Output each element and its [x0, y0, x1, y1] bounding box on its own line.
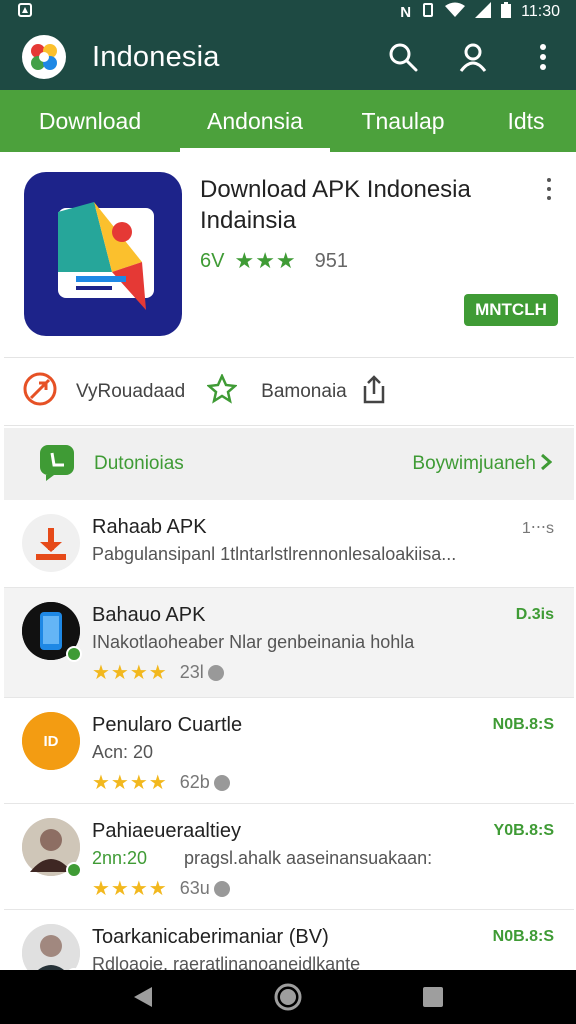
rating-icon [213, 774, 230, 791]
chat-icon [38, 443, 76, 486]
list-item-title: Penularo Cuartle [92, 714, 243, 736]
download-icon[interactable] [22, 371, 58, 412]
list-item-meta: N0B.8:S [492, 928, 554, 945]
tab-idts[interactable]: Idts [476, 90, 576, 152]
app-icon[interactable] [24, 172, 182, 336]
rating-stars: ★★★★ [92, 878, 168, 900]
rating-count: 23l [179, 662, 204, 682]
rating-icon [207, 664, 224, 681]
screen: N 11:30 Indonesia Download Andonsia Tnau… [0, 0, 576, 1024]
tab-andonsia[interactable]: Andonsia [180, 90, 330, 152]
list-item-desc-extra: pragsl.ahalk aaseinansuakaan: [184, 848, 433, 868]
battery-icon [501, 1, 512, 23]
app-logo-icon [22, 35, 66, 79]
rating-stars: ★★★★ [92, 772, 168, 794]
list-item-rating: ★★★★ 23l [92, 660, 224, 685]
list-item-meta: D.3is [515, 606, 554, 623]
verified-badge-icon [66, 646, 82, 662]
app-card: Download APK Indonesia Indainsia 6V ★★★ … [4, 152, 574, 358]
clock: 11:30 [521, 3, 560, 20]
share-label[interactable]: Bamonaia [261, 381, 347, 403]
section-title: Dutonioias [94, 453, 184, 474]
app-bar: Indonesia [0, 24, 576, 90]
section-header: Dutonioias Boywimjuaneh [4, 428, 574, 500]
download-label[interactable]: VyRouadaad [76, 381, 185, 403]
tab-tnaulap[interactable]: Tnaulap [330, 90, 476, 152]
list-item-title: Pahiaeueraaltiey [92, 820, 241, 842]
verified-badge-icon [66, 862, 82, 878]
app-name: Download APK Indonesia Indainsia [200, 174, 500, 236]
system-nav-bar [0, 970, 576, 1024]
list-item[interactable]: Pahiaeueraaltiey 2nn:20 pragsl.ahalk aas… [4, 804, 574, 910]
app-name-line2: Indainsia [200, 207, 297, 234]
account-icon[interactable] [458, 42, 488, 72]
list-item-title: Bahauo APK [92, 604, 206, 626]
list-item-icon [22, 602, 82, 662]
app-title: Indonesia [92, 40, 220, 73]
card-menu-icon[interactable] [544, 178, 554, 200]
rating-icon [213, 880, 230, 897]
vibrate-icon [421, 2, 435, 22]
share-icon[interactable] [361, 374, 387, 409]
list-item-desc: Pabgulansipanl 1tlntarlstlrennonlesaloak… [92, 544, 457, 564]
app-name-line1: Download APK Indonesia [200, 176, 471, 203]
app-list: Rahaab APK Pabgulansipanl 1tlntarlstlren… [4, 500, 574, 984]
action-row: VyRouadaad Bamonaia [4, 358, 574, 426]
list-item-title: Rahaab APK [92, 516, 207, 538]
chevron-right-icon[interactable] [540, 453, 553, 476]
list-item-title: Toarkanicaberimaniar (BV) [92, 926, 329, 948]
search-icon[interactable] [388, 42, 418, 72]
svg-text:ID: ID [44, 733, 59, 750]
list-item-meta: N0B.8:S [492, 716, 554, 733]
rating-stars: ★★★★ [92, 662, 168, 684]
list-item[interactable]: Rahaab APK Pabgulansipanl 1tlntarlstlren… [4, 500, 574, 588]
recents-icon[interactable] [418, 982, 448, 1012]
list-item-rating: ★★★★ 62b [92, 770, 230, 795]
rating-stars: ★★★ [234, 248, 297, 273]
list-item[interactable]: Bahauo APK INakotlaoheaber Nlar genbeina… [4, 588, 574, 698]
list-item-meta: 1‧‧‧s [521, 520, 554, 537]
list-item-desc: INakotlaoheaber Nlar genbeinania hohla [92, 632, 415, 652]
list-item-desc: Acn: 20 [92, 742, 154, 762]
install-button[interactable]: MNTCLH [464, 294, 558, 326]
list-item[interactable]: ID Penularo Cuartle Acn: 20 N0B.8:S ★★★★… [4, 698, 574, 804]
list-item-rating: ★★★★ 63u [92, 876, 230, 901]
list-item-desc: 2nn:20 [92, 848, 148, 868]
notification-icon [18, 2, 32, 22]
rating-count: 951 [314, 249, 349, 272]
rating-score: 6V [200, 249, 225, 272]
list-item-meta: Y0B.8:S [493, 822, 554, 839]
rating-count: 62b [179, 772, 210, 792]
back-icon[interactable] [128, 982, 158, 1012]
section-more-link[interactable]: Boywimjuaneh [412, 453, 536, 475]
list-item-icon [22, 818, 82, 878]
tab-bar: Download Andonsia Tnaulap Idts [0, 90, 576, 152]
star-icon[interactable] [206, 372, 239, 409]
nfc-icon: N [400, 3, 412, 21]
signal-icon [475, 1, 492, 23]
tab-download[interactable]: Download [0, 90, 180, 152]
overflow-menu-icon[interactable] [528, 42, 558, 72]
list-item-icon [22, 514, 80, 572]
list-item-icon: ID [22, 712, 80, 770]
wifi-icon [445, 2, 466, 23]
status-bar: N 11:30 [0, 0, 576, 24]
home-icon[interactable] [273, 982, 303, 1012]
rating-count: 63u [179, 878, 210, 898]
app-rating: 6V ★★★ 951 [200, 248, 348, 274]
